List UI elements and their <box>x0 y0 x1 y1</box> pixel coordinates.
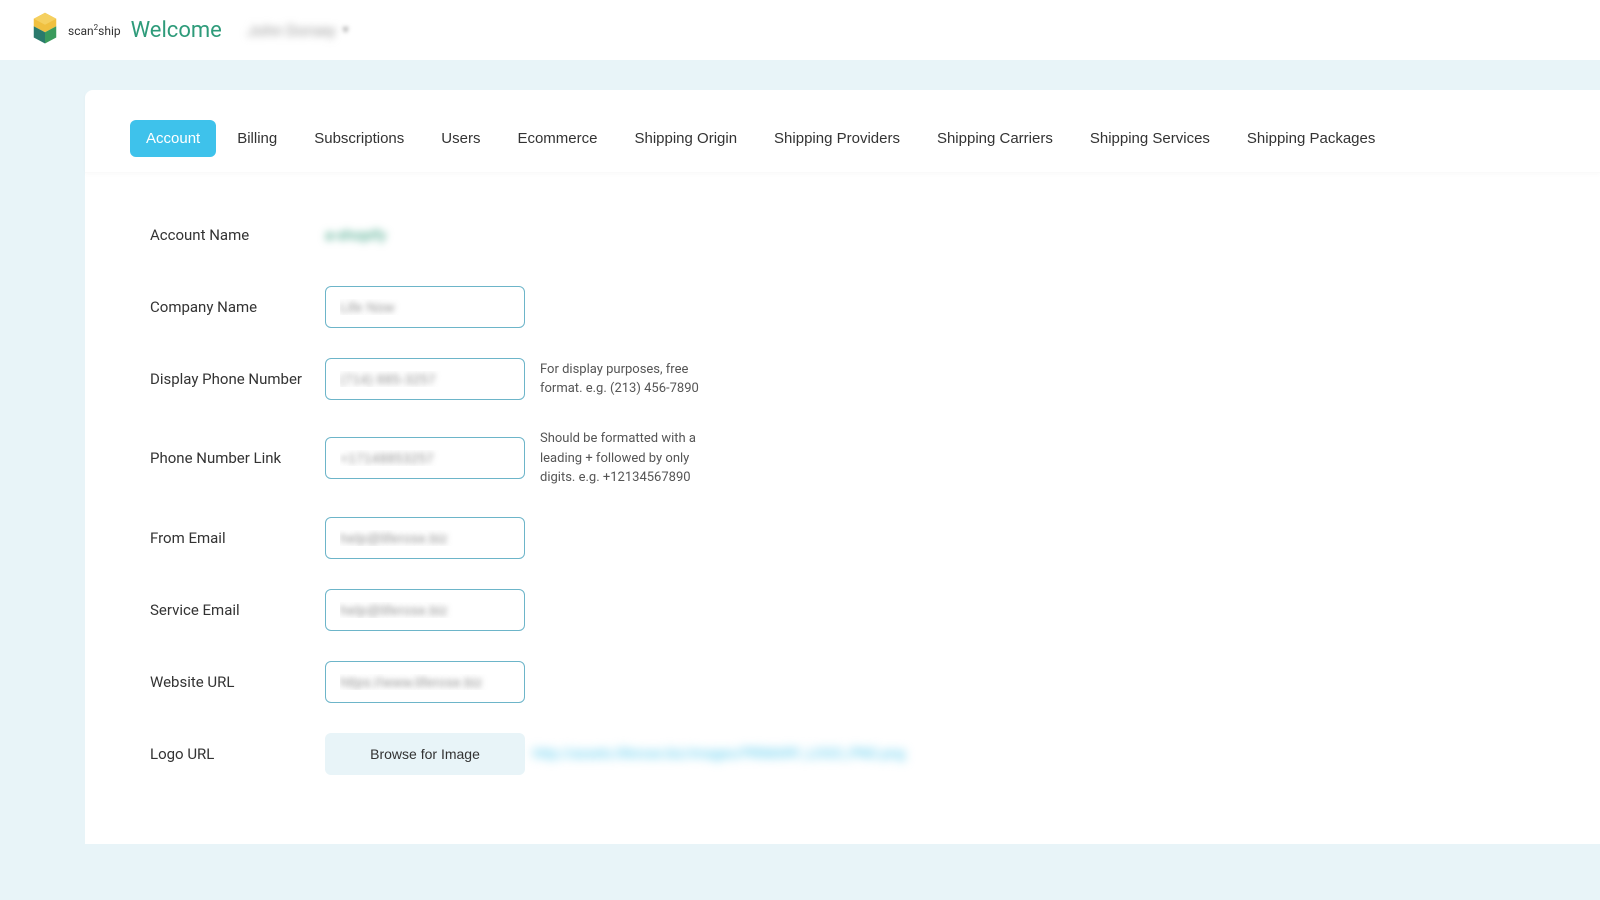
row-from-email: From Email <box>150 516 1535 560</box>
tab-shipping-services[interactable]: Shipping Services <box>1074 120 1226 157</box>
row-phone-link: Phone Number Link Should be formatted wi… <box>150 429 1535 488</box>
browse-image-button[interactable]: Browse for Image <box>325 733 525 775</box>
row-logo-url: Logo URL Browse for Image http://assets.… <box>150 732 1535 776</box>
label-account-name: Account Name <box>150 226 325 244</box>
tab-billing[interactable]: Billing <box>221 120 293 157</box>
chevron-down-icon[interactable]: ▼ <box>341 25 351 36</box>
label-company-name: Company Name <box>150 298 325 316</box>
tab-account[interactable]: Account <box>130 120 216 157</box>
row-account-name: Account Name a-shopify <box>150 213 1535 257</box>
input-display-phone[interactable] <box>325 358 525 400</box>
account-form: Account Name a-shopify Company Name Disp… <box>85 173 1600 844</box>
row-company-name: Company Name <box>150 285 1535 329</box>
input-from-email[interactable] <box>325 517 525 559</box>
input-website-url[interactable] <box>325 661 525 703</box>
help-phone-link: Should be formatted with a leading + fol… <box>540 429 700 488</box>
tab-ecommerce[interactable]: Ecommerce <box>501 120 613 157</box>
label-phone-link: Phone Number Link <box>150 449 325 467</box>
tab-shipping-providers[interactable]: Shipping Providers <box>758 120 916 157</box>
label-display-phone: Display Phone Number <box>150 370 325 388</box>
value-account-name: a-shopify <box>325 226 386 244</box>
app-logo-icon <box>30 10 60 50</box>
input-service-email[interactable] <box>325 589 525 631</box>
row-service-email: Service Email <box>150 588 1535 632</box>
tab-users[interactable]: Users <box>425 120 496 157</box>
label-service-email: Service Email <box>150 601 325 619</box>
label-logo-url: Logo URL <box>150 745 325 763</box>
brand-name: scan2ship <box>68 23 121 38</box>
welcome-text: Welcome <box>131 18 222 43</box>
label-from-email: From Email <box>150 529 325 547</box>
tab-shipping-origin[interactable]: Shipping Origin <box>618 120 753 157</box>
input-phone-link[interactable] <box>325 437 525 479</box>
app-header: scan2ship Welcome John Dorsey ▼ <box>0 0 1600 60</box>
row-website-url: Website URL <box>150 660 1535 704</box>
tab-shipping-carriers[interactable]: Shipping Carriers <box>921 120 1069 157</box>
help-display-phone: For display purposes, free format. e.g. … <box>540 360 700 399</box>
row-display-phone: Display Phone Number For display purpose… <box>150 357 1535 401</box>
tab-subscriptions[interactable]: Subscriptions <box>298 120 420 157</box>
label-website-url: Website URL <box>150 673 325 691</box>
page-background: Account Billing Subscriptions Users Ecom… <box>0 60 1600 900</box>
main-card: Account Billing Subscriptions Users Ecom… <box>85 90 1600 844</box>
settings-tabs: Account Billing Subscriptions Users Ecom… <box>85 90 1600 173</box>
user-name-dropdown[interactable]: John Dorsey <box>247 21 336 40</box>
input-company-name[interactable] <box>325 286 525 328</box>
tab-shipping-packages[interactable]: Shipping Packages <box>1231 120 1391 157</box>
value-logo-url: http://assets.liferose.biz/images/PRIMAR… <box>533 746 905 762</box>
